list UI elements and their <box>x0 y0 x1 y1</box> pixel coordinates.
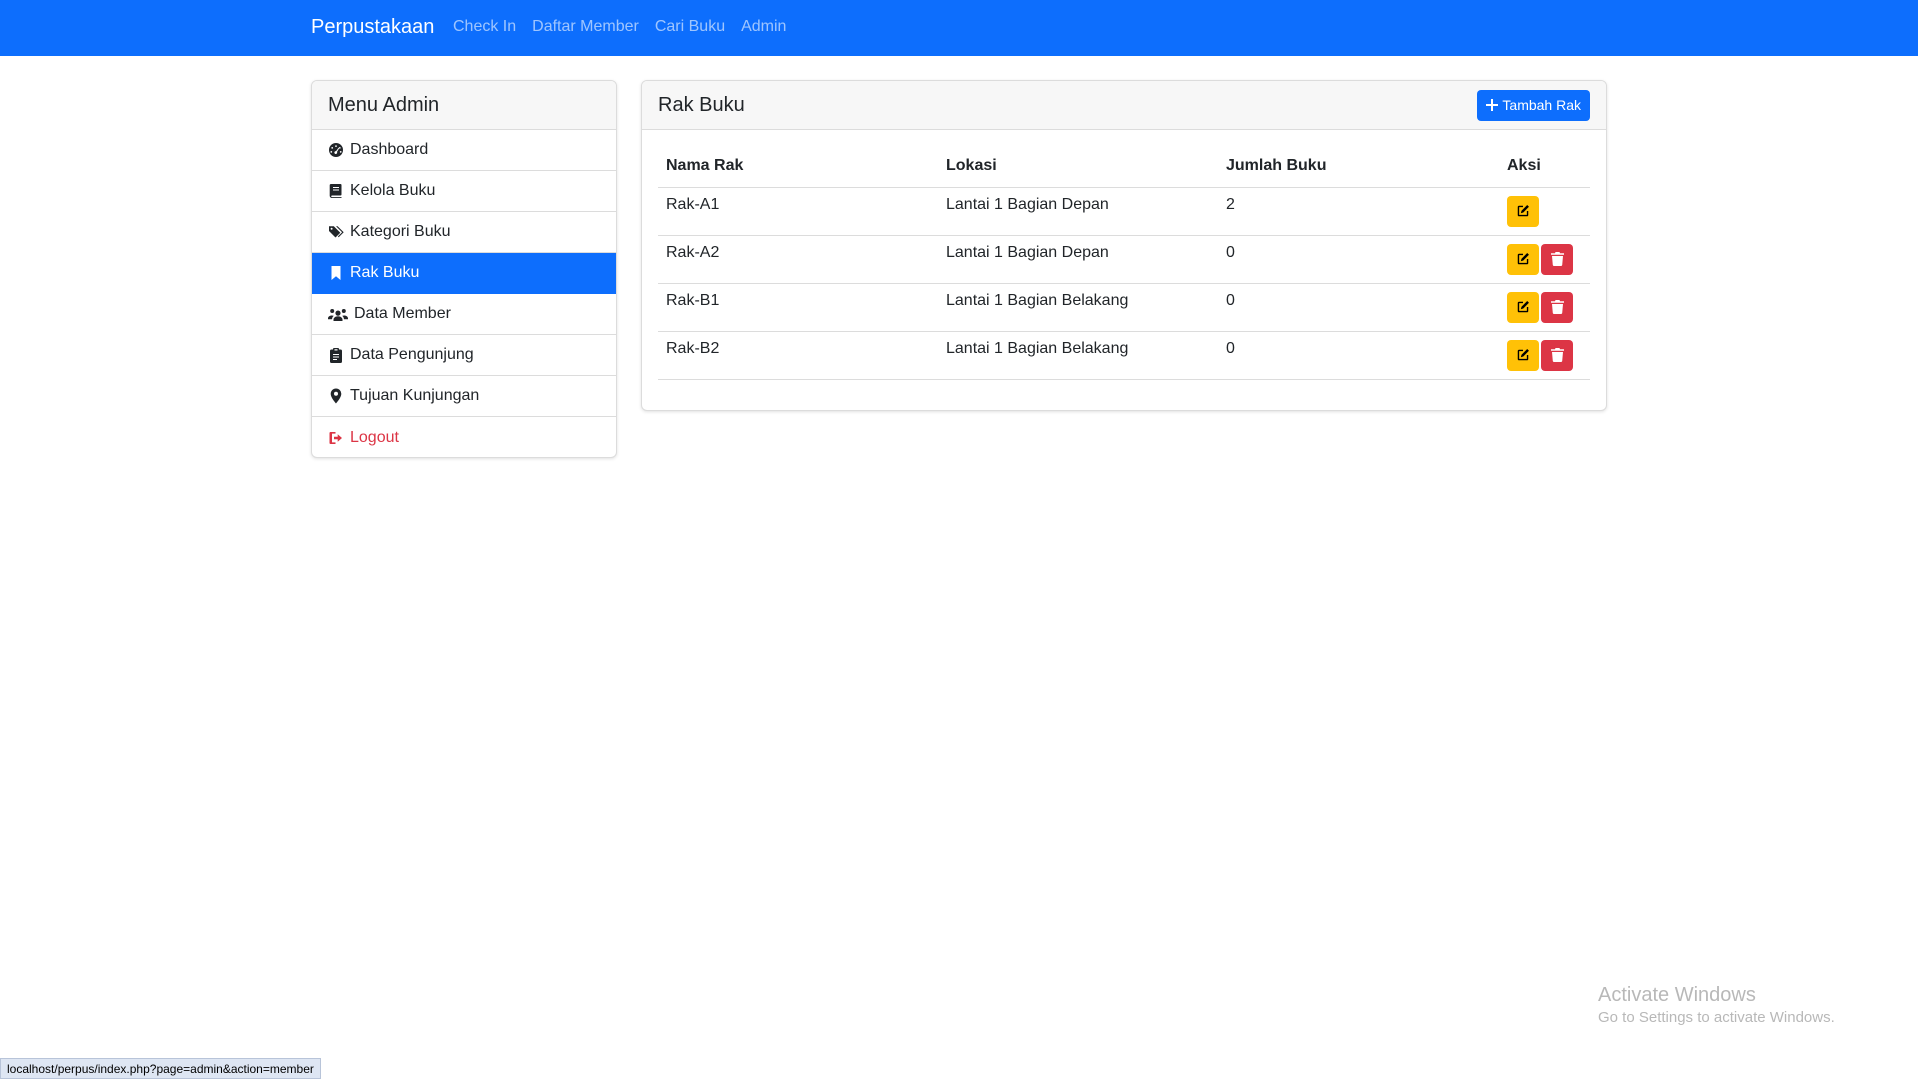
cell-aksi <box>1499 283 1590 332</box>
cell-lokasi: Lantai 1 Bagian Belakang <box>938 283 1218 332</box>
cell-lokasi: Lantai 1 Bagian Depan <box>938 235 1218 284</box>
edit-icon <box>1517 349 1529 361</box>
nav-link-check-in[interactable]: Check In <box>453 18 516 36</box>
sidebar-item-label: Data Pengunjung <box>350 346 474 363</box>
nav-link-daftar-member[interactable]: Daftar Member <box>532 18 639 36</box>
sidebar-item-label: Logout <box>350 428 399 446</box>
tambah-rak-label: Tambah Rak <box>1502 97 1581 113</box>
watermark-subtitle: Go to Settings to activate Windows. <box>1598 1009 1835 1026</box>
tambah-rak-button[interactable]: Tambah Rak <box>1477 89 1590 121</box>
edit-button[interactable] <box>1507 291 1539 323</box>
rak-buku-card-header: Rak Buku Tambah Rak <box>642 81 1606 130</box>
trash-icon <box>1550 252 1564 266</box>
plus-icon <box>1486 99 1499 111</box>
windows-activation-watermark: Activate Windows Go to Settings to activ… <box>1598 984 1835 1026</box>
map-marker-icon <box>330 388 342 404</box>
navbar-brand[interactable]: Perpustakaan <box>311 16 434 39</box>
cell-aksi <box>1499 187 1590 236</box>
nav-link-cari-buku[interactable]: Cari Buku <box>655 18 725 36</box>
column-header-aksi: Aksi <box>1499 146 1590 188</box>
sidebar-item-label: Dashboard <box>350 141 429 158</box>
page-title: Rak Buku <box>658 93 745 116</box>
admin-menu-card: Menu Admin Dashboard Kelola Buku Kategor… <box>311 80 617 458</box>
edit-button[interactable] <box>1507 195 1539 227</box>
sidebar-item-label: Kelola Buku <box>350 182 436 199</box>
table-header-row: Nama Rak Lokasi Jumlah Buku Aksi <box>658 146 1590 188</box>
admin-menu-list: Dashboard Kelola Buku Kategori Buku Rak … <box>312 130 616 457</box>
cell-nama-rak: Rak-B2 <box>658 331 938 380</box>
column-header-nama-rak: Nama Rak <box>658 146 938 188</box>
cell-jumlah-buku: 0 <box>1218 331 1499 380</box>
gauge-icon <box>329 143 343 157</box>
cell-aksi <box>1499 235 1590 284</box>
column-header-lokasi: Lokasi <box>938 146 1218 188</box>
navbar-links: Check In Daftar Member Cari Buku Admin <box>453 18 786 36</box>
edit-button[interactable] <box>1507 243 1539 275</box>
cell-jumlah-buku: 0 <box>1218 283 1499 332</box>
sign-out-icon <box>329 431 342 444</box>
top-navbar: Perpustakaan Check In Daftar Member Cari… <box>0 0 1918 56</box>
edit-icon <box>1517 301 1529 313</box>
table-row: Rak-B1 Lantai 1 Bagian Belakang 0 <box>658 283 1590 332</box>
table-wrapper: Nama Rak Lokasi Jumlah Buku Aksi Rak-A1 … <box>642 130 1606 396</box>
cell-nama-rak: Rak-B1 <box>658 283 938 332</box>
cell-jumlah-buku: 0 <box>1218 235 1499 284</box>
admin-menu-title: Menu Admin <box>312 81 616 130</box>
sidebar-item-label: Kategori Buku <box>350 223 451 240</box>
cell-nama-rak: Rak-A1 <box>658 187 938 236</box>
cell-jumlah-buku: 2 <box>1218 187 1499 236</box>
cell-lokasi: Lantai 1 Bagian Depan <box>938 187 1218 236</box>
table-row: Rak-B2 Lantai 1 Bagian Belakang 0 <box>658 331 1590 380</box>
edit-button[interactable] <box>1507 339 1539 371</box>
bookmark-icon <box>331 266 341 280</box>
sidebar-item-data-member[interactable]: Data Member <box>312 294 616 335</box>
sidebar-item-kategori-buku[interactable]: Kategori Buku <box>312 212 616 253</box>
clipboard-icon <box>330 348 342 363</box>
book-icon <box>329 184 342 198</box>
table-row: Rak-A2 Lantai 1 Bagian Depan 0 <box>658 235 1590 284</box>
sidebar-item-logout[interactable]: Logout <box>312 417 616 457</box>
delete-button[interactable] <box>1541 243 1573 275</box>
edit-icon <box>1517 253 1529 265</box>
sidebar-item-kelola-buku[interactable]: Kelola Buku <box>312 171 616 212</box>
users-icon <box>328 309 348 321</box>
cell-aksi <box>1499 331 1590 380</box>
sidebar-item-label: Data Member <box>354 305 451 322</box>
sidebar-item-data-pengunjung[interactable]: Data Pengunjung <box>312 335 616 376</box>
rak-buku-card: Rak Buku Tambah Rak Nama Rak Lokasi Juml… <box>641 80 1607 411</box>
column-header-jumlah-buku: Jumlah Buku <box>1218 146 1499 188</box>
rak-table: Nama Rak Lokasi Jumlah Buku Aksi Rak-A1 … <box>658 146 1590 380</box>
sidebar-item-tujuan-kunjungan[interactable]: Tujuan Kunjungan <box>312 376 616 417</box>
sidebar-item-dashboard[interactable]: Dashboard <box>312 130 616 171</box>
table-row: Rak-A1 Lantai 1 Bagian Depan 2 <box>658 187 1590 236</box>
browser-status-url: localhost/perpus/index.php?page=admin&ac… <box>0 1058 321 1079</box>
sidebar-item-rak-buku[interactable]: Rak Buku <box>312 253 616 294</box>
trash-icon <box>1550 348 1564 362</box>
cell-nama-rak: Rak-A2 <box>658 235 938 284</box>
tags-icon <box>329 226 344 238</box>
sidebar-item-label: Rak Buku <box>350 264 420 281</box>
sidebar-item-label: Tujuan Kunjungan <box>350 387 480 404</box>
delete-button[interactable] <box>1541 291 1573 323</box>
delete-button[interactable] <box>1541 339 1573 371</box>
cell-lokasi: Lantai 1 Bagian Belakang <box>938 331 1218 380</box>
nav-link-admin[interactable]: Admin <box>741 18 786 36</box>
trash-icon <box>1550 300 1564 314</box>
edit-icon <box>1517 205 1529 217</box>
watermark-title: Activate Windows <box>1598 984 1756 1006</box>
